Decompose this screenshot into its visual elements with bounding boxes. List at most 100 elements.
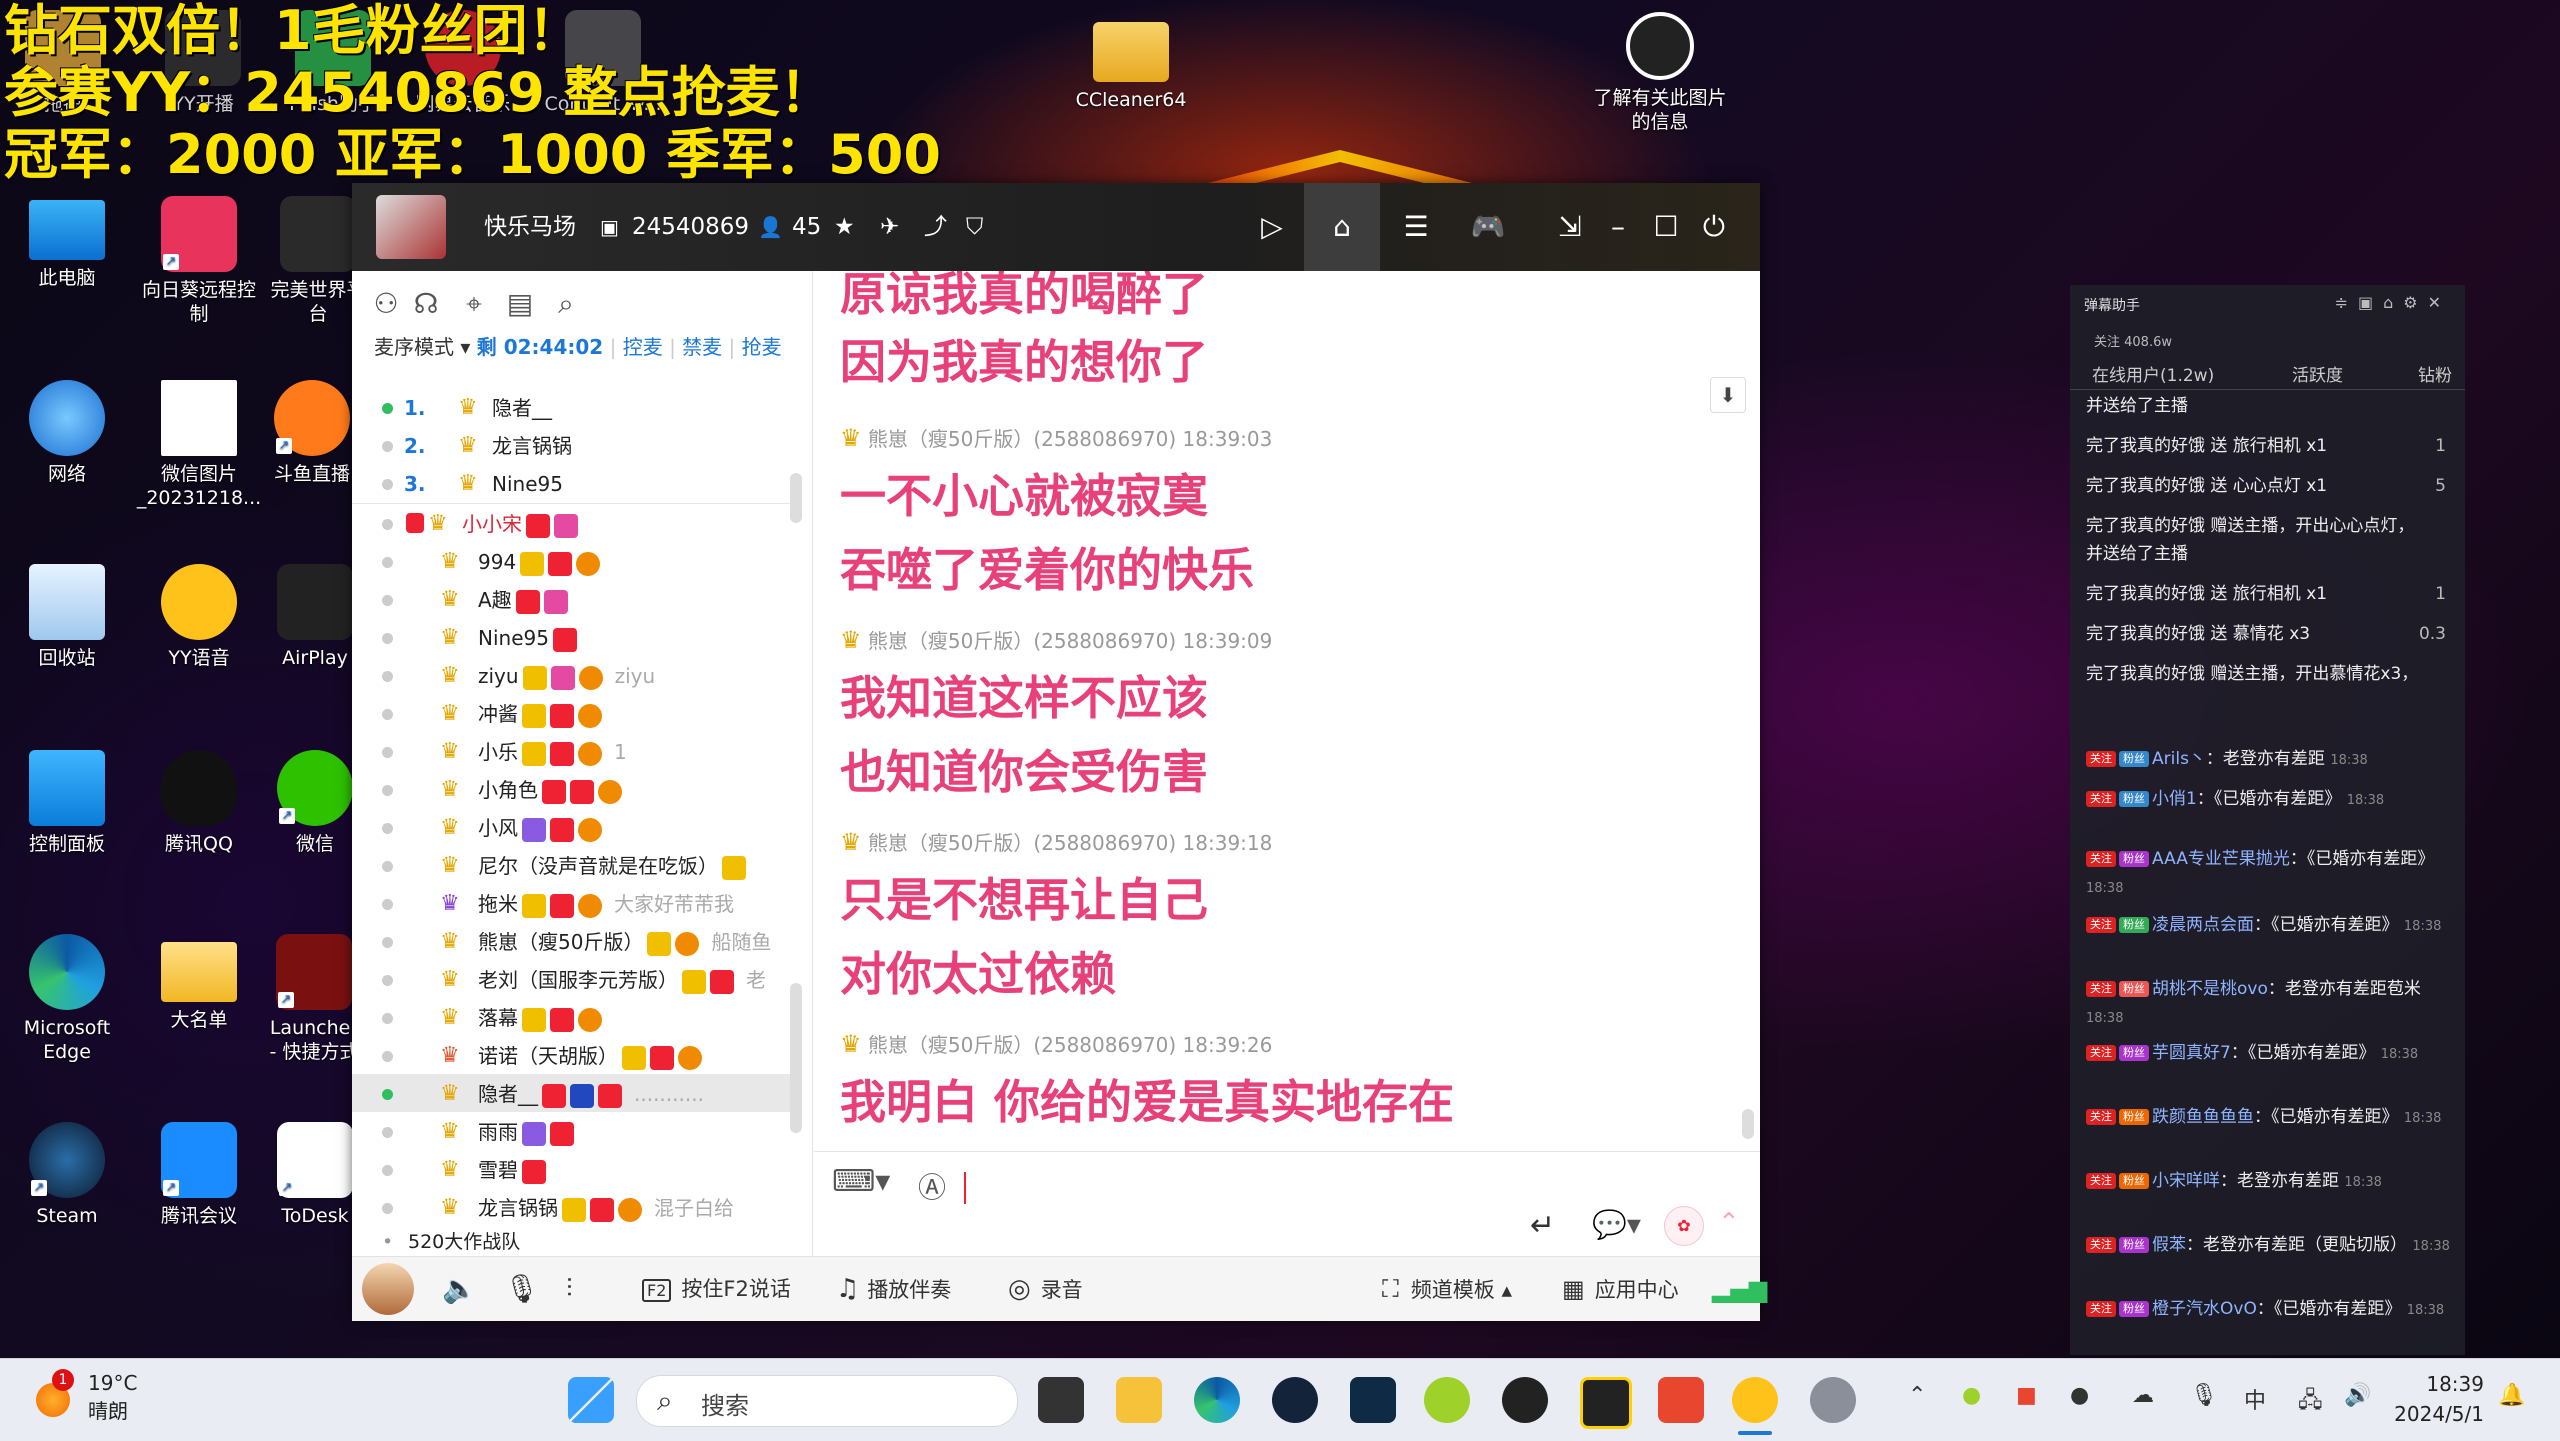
app-center-button[interactable]: ▦ 应用中心 <box>1562 1273 1679 1306</box>
desktop-icon-tencent-meeting[interactable]: ↗ 腾讯会议 <box>136 1122 262 1228</box>
desktop-icon-learn-image[interactable]: 了解有关此图片的信息 <box>1590 12 1730 134</box>
app-dark-icon[interactable] <box>1502 1377 1548 1423</box>
taskbar-search[interactable]: ⌕ 搜索 <box>636 1375 1018 1427</box>
desktop-icon-todesk[interactable]: ↗ ToDesk <box>270 1122 360 1228</box>
start-windows-icon[interactable] <box>568 1377 614 1423</box>
queue-row[interactable]: 2. ♛ 龙言锅锅 <box>352 427 792 465</box>
control-mic-link[interactable]: 控麦 <box>623 335 663 359</box>
app-camera-icon[interactable] <box>1580 1377 1632 1429</box>
tray-app-icon[interactable]: ● <box>2070 1383 2089 1408</box>
notification-bell-icon[interactable]: 🔔 <box>2498 1383 2525 1408</box>
maximize-icon[interactable]: ☐ <box>1642 203 1690 251</box>
chat-scrollbar[interactable] <box>1742 1109 1754 1139</box>
channel-template-button[interactable]: ⛶ 频道模板 ▴ <box>1382 1273 1512 1306</box>
member-row[interactable]: ♛ 龙言锅锅 混子白给 <box>352 1189 792 1227</box>
desktop-icon-wechat-image[interactable]: 微信图片_20231218... <box>136 380 262 510</box>
send-icon[interactable]: ↵ <box>1530 1208 1555 1243</box>
cloud-icon[interactable]: ☁ <box>2132 1383 2154 1408</box>
list-icon[interactable]: ☰ <box>1392 203 1440 251</box>
user-avatar[interactable] <box>362 1263 414 1315</box>
steam-taskbar-icon[interactable] <box>1272 1377 1318 1423</box>
queue-row[interactable]: 1. ♛ 隐者__ <box>352 389 792 427</box>
ban-mic-link[interactable]: 禁麦 <box>682 335 722 359</box>
accompany-button[interactable]: ♫ 播放伴奏 <box>836 1273 951 1306</box>
member-row[interactable]: ♛ 雪碧 <box>352 1151 792 1189</box>
chat-bubble-icon[interactable]: 💬▾ <box>1592 1208 1641 1241</box>
scroll-to-bottom-icon[interactable]: ⬇ <box>1710 377 1746 413</box>
record-button[interactable]: ◎ 录音 <box>1008 1273 1083 1306</box>
desktop-icon-steam[interactable]: ↗ Steam <box>4 1122 130 1228</box>
channel-avatar[interactable] <box>376 195 446 259</box>
app-green-icon[interactable] <box>1424 1377 1470 1423</box>
minimize-to-tray-icon[interactable]: ⇲ <box>1546 203 1594 251</box>
desktop-icon-control-panel[interactable]: 控制面板 <box>4 750 130 856</box>
star-icon[interactable]: ★ <box>834 209 855 245</box>
member-row[interactable]: ♛ 尼尔（没声音就是在吃饭） <box>352 847 792 885</box>
power-icon[interactable]: ⏻ <box>1690 203 1738 251</box>
share-icon[interactable]: ⤴ <box>924 209 947 245</box>
member-row[interactable]: ♛ 994 <box>352 543 792 581</box>
task-view-icon[interactable] <box>1038 1377 1084 1423</box>
mic-mode-select[interactable]: 麦序模式 <box>374 335 454 359</box>
file-explorer-icon[interactable] <box>1116 1377 1162 1423</box>
member-scrollbar[interactable] <box>790 983 802 1133</box>
member-row[interactable]: ♛ 小角色 <box>352 771 792 809</box>
home-icon[interactable]: ⌂ <box>1318 203 1366 251</box>
member-row[interactable]: ♛ 落幕 <box>352 999 792 1037</box>
member-row[interactable]: ♛ 老刘（国服李元芳版）老 <box>352 961 792 999</box>
member-row[interactable]: ♛ 熊崽（瘦50斤版） 船随鱼 <box>352 923 792 961</box>
desktop-icon-network[interactable]: 网络 <box>4 380 130 486</box>
member-row[interactable]: ♛ 拖米 大家好芾芾我 <box>352 885 792 923</box>
edge-taskbar-icon[interactable] <box>1194 1377 1240 1423</box>
desktop-icon-sunflower[interactable]: ↗ 向日葵远程控制 <box>136 196 262 326</box>
location-icon[interactable]: ⌖ <box>456 286 492 322</box>
member-row[interactable]: ♛ 雨雨 <box>352 1113 792 1151</box>
member-row[interactable]: ♛ 小乐 1 <box>352 733 792 771</box>
panel-window-controls[interactable]: ≑▣⌂⚙✕ <box>2335 293 2451 312</box>
desktop-icon-ccleaner[interactable]: CCleaner64 <box>1066 14 1196 112</box>
weather-widget[interactable]: 19°C 晴朗 <box>88 1369 137 1425</box>
desktop-icon-wechat[interactable]: ↗ 微信 <box>270 750 360 856</box>
video-icon[interactable]: ▷ <box>1248 203 1296 251</box>
tray-app-icon[interactable]: ● <box>1962 1383 1981 1408</box>
headset-icon[interactable]: ☊ <box>408 286 444 322</box>
volume-icon[interactable]: 🔊 <box>2344 1383 2371 1408</box>
chevron-up-icon[interactable]: ⌃ <box>1718 1208 1740 1238</box>
speaker-icon[interactable]: 🔈 <box>442 1273 477 1305</box>
queue-row[interactable]: 3. ♛ Nine95 <box>352 465 792 503</box>
user-list-icon[interactable]: ⚇ <box>368 286 404 322</box>
member-row[interactable]: ♛ ziyu ziyu <box>352 657 792 695</box>
equalizer-icon[interactable]: ⫶ <box>566 1273 573 1305</box>
desktop-icon-launcher[interactable]: ↗ Launcher - 快捷方式 <box>268 934 360 1064</box>
member-row[interactable]: ♛ 小小宋 <box>352 505 792 543</box>
desktop-icon-airplay[interactable]: AirPlay <box>270 564 360 670</box>
clock[interactable]: 18:39 2024/5/1 <box>2394 1369 2484 1429</box>
shield-icon[interactable]: ⛉ <box>966 209 983 245</box>
member-row-selected[interactable]: ♛ 隐者__........... <box>352 1075 792 1113</box>
member-row[interactable]: ♛ A趣 <box>352 581 792 619</box>
font-style-icon[interactable]: Ⓐ <box>918 1166 946 1206</box>
chevron-up-icon[interactable]: ⌃ <box>1908 1383 1926 1408</box>
microphone-icon[interactable]: 🎙 <box>2190 1383 2218 1408</box>
chat-input-area[interactable]: ⌨▾ Ⓐ ↵ 💬▾ ✿ ⌃ <box>814 1151 1760 1257</box>
desktop-icon-daming[interactable]: 大名单 <box>136 934 262 1032</box>
flower-gift-icon[interactable]: ✿ <box>1664 1206 1704 1246</box>
settings-gear-icon[interactable] <box>1810 1377 1856 1423</box>
notes-icon[interactable]: ▤ <box>502 286 538 322</box>
monitor-app-icon[interactable] <box>1350 1377 1396 1423</box>
member-row[interactable]: ♛ Nine95 <box>352 619 792 657</box>
desktop-icon-recycle-bin[interactable]: 回收站 <box>4 564 130 670</box>
yy-taskbar-icon[interactable] <box>1732 1377 1778 1423</box>
tab-diamond-fans[interactable]: 钻粉 <box>2418 361 2452 386</box>
member-row[interactable]: ♛ 诺诺（天胡版） <box>352 1037 792 1075</box>
microphone-icon[interactable]: 🎙 <box>504 1273 540 1305</box>
desktop-icon-edge[interactable]: Microsoft Edge <box>4 934 130 1064</box>
desktop-icon-douyu[interactable]: ↗ 斗鱼直播 <box>262 380 362 486</box>
search-icon[interactable]: ⌕ <box>548 286 584 322</box>
app-bird-icon[interactable] <box>1658 1377 1704 1423</box>
tray-app-icon[interactable]: ■ <box>2016 1383 2037 1408</box>
minimize-icon[interactable]: – <box>1594 203 1642 251</box>
member-row[interactable]: ♛ 小风 <box>352 809 792 847</box>
push-to-talk-button[interactable]: F2 按住F2说话 <box>642 1273 791 1307</box>
ime-indicator[interactable]: 中 <box>2244 1383 2266 1415</box>
